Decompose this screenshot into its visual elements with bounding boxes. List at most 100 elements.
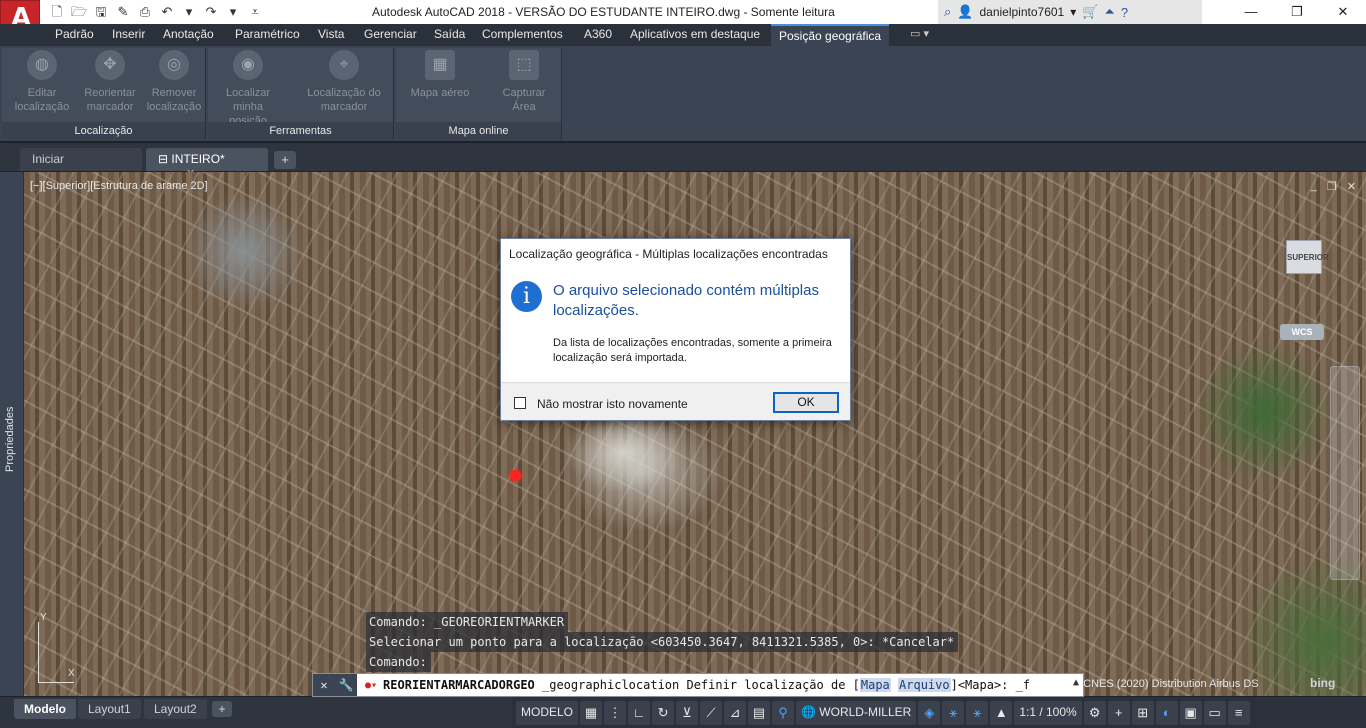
viewcube[interactable]: SUPERIOR	[1286, 240, 1329, 274]
user-name[interactable]: danielpinto7601	[979, 5, 1064, 19]
customization-icon[interactable]: ≡	[1227, 700, 1250, 725]
localizar-minha-posicao-button[interactable]: ◉ Localizar minha posição	[216, 50, 280, 128]
new-file-icon[interactable]: 🗋	[48, 3, 66, 21]
tab-padrao[interactable]: Padrão	[55, 27, 94, 41]
coordinate-system-button[interactable]: 🌐 WORLD-MILLER	[796, 700, 917, 725]
ucs-icon: Y X	[34, 612, 75, 688]
dont-show-again-checkbox[interactable]	[514, 397, 526, 409]
model-space-button[interactable]: MODELO	[516, 700, 579, 725]
option-arquivo[interactable]: Arquivo	[898, 678, 951, 692]
save-icon[interactable]: 🖫	[92, 3, 110, 21]
tab-iniciar-label: Iniciar	[32, 152, 65, 166]
wrench-icon[interactable]: 🔧	[335, 674, 357, 696]
wcs-menu[interactable]: WCS	[1280, 324, 1324, 340]
navigation-bar[interactable]	[1330, 366, 1360, 580]
user-area: ⌕ 👤 danielpinto7601 ▾ 🛒 ⏶ ?	[938, 0, 1202, 24]
user-menu-caret-icon[interactable]: ▾	[1070, 5, 1076, 19]
close-icon[interactable]: ✕	[1320, 0, 1366, 24]
panel-title-mapa-online[interactable]: Mapa online	[396, 122, 561, 140]
restore-icon[interactable]: ❐	[1274, 0, 1320, 24]
dont-show-again-label[interactable]: Não mostrar isto novamente	[537, 397, 688, 411]
transparency-icon[interactable]: ▤	[748, 700, 771, 725]
units-icon[interactable]: ⊞	[1131, 700, 1154, 725]
tab-inteiro[interactable]: ⊟ INTEIRO* ✕	[146, 148, 268, 180]
binoculars-icon[interactable]: ⌕	[944, 4, 951, 20]
save-as-icon[interactable]: ✎	[114, 3, 132, 21]
customize-toolbar-icon[interactable]: ⩡	[246, 3, 264, 21]
add-layout-button[interactable]: +	[212, 701, 232, 717]
clean-screen-icon[interactable]: ▭	[1203, 700, 1226, 725]
tab-gerenciar[interactable]: Gerenciar	[364, 27, 417, 41]
viewport-restore-icon[interactable]: ❐	[1327, 180, 1337, 193]
command-line[interactable]: ✕ 🔧 ●▾ REORIENTARMARCADORGEO _geographic…	[312, 673, 1084, 697]
capturar-area-button[interactable]: ⬚ Capturar Área	[492, 50, 556, 114]
cart-icon[interactable]: 🛒	[1082, 4, 1098, 20]
auto-scale-icon[interactable]: ⚹	[966, 700, 989, 725]
redo-dropdown-icon[interactable]: ▾	[224, 3, 242, 21]
tab-modelo[interactable]: Modelo	[14, 699, 76, 719]
tab-saida[interactable]: Saída	[434, 27, 465, 41]
undo-icon[interactable]: ↶	[158, 3, 176, 21]
tab-complementos[interactable]: Complementos	[482, 27, 563, 41]
viewport-close-icon[interactable]: ✕	[1347, 180, 1356, 193]
user-icon[interactable]: 👤	[957, 4, 973, 20]
tab-a360[interactable]: A360	[584, 27, 612, 41]
quick-access-toolbar: 🗋 🗁 🖫 ✎ ⎙ ↶ ▾ ↷ ▾ ⩡	[48, 3, 264, 21]
minimize-icon[interactable]: —	[1228, 0, 1274, 24]
option-mapa[interactable]: Mapa	[859, 678, 891, 692]
tab-aplicativos-em-destaque[interactable]: Aplicativos em destaque	[630, 27, 760, 41]
annotation-monitor-icon[interactable]: +	[1107, 700, 1130, 725]
remover-localizacao-label: Remover localização	[146, 87, 202, 113]
tab-iniciar[interactable]: Iniciar	[20, 148, 142, 171]
undo-dropdown-icon[interactable]: ▾	[180, 3, 198, 21]
print-icon[interactable]: ⎙	[136, 3, 154, 21]
a360-icon[interactable]: ⏶	[1104, 4, 1114, 20]
open-folder-icon[interactable]: 🗁	[70, 3, 88, 21]
snap-icon[interactable]: ⋮	[604, 700, 627, 725]
new-tab-button[interactable]: +	[274, 151, 296, 169]
help-icon[interactable]: ?	[1121, 5, 1128, 20]
viewport-controls-label[interactable]: [−][Superior][Estrutura de arame 2D]	[30, 180, 208, 192]
tab-anotacao[interactable]: Anotação	[163, 27, 214, 41]
remover-localizacao-button[interactable]: ◎ Remover localização	[142, 50, 206, 114]
command-history-up-icon[interactable]: ▲	[1073, 677, 1079, 688]
localizacao-do-marcador-button[interactable]: ⌖ Localização do marcador	[304, 50, 384, 114]
redo-icon[interactable]: ↷	[202, 3, 220, 21]
ok-button[interactable]: OK	[773, 392, 839, 413]
mapa-aereo-button[interactable]: ▦ Mapa aéreo	[408, 50, 472, 100]
object-snap-icon[interactable]: ⟋	[700, 700, 723, 725]
properties-palette-strip[interactable]: Propriedades	[0, 172, 24, 696]
properties-label: Propriedades	[4, 406, 16, 472]
polar-tracking-icon[interactable]: ↻	[652, 700, 675, 725]
annotation-scale-icon[interactable]: ▲	[990, 700, 1013, 725]
isolate-objects-icon[interactable]: ◈	[918, 700, 941, 725]
workspace-gear-icon[interactable]: ⚙	[1083, 700, 1106, 725]
panel-title-localizacao[interactable]: Localização	[2, 122, 205, 140]
editar-localizacao-button[interactable]: ◍ Editar localização	[10, 50, 74, 114]
ribbon-display-toggle-icon[interactable]: ▭ ▾	[910, 27, 929, 40]
viewport-minimize-icon[interactable]: _	[1311, 180, 1317, 193]
tab-layout1[interactable]: Layout1	[78, 699, 141, 719]
tab-vista[interactable]: Vista	[318, 27, 344, 41]
command-prompt[interactable]: REORIENTARMARCADORGEO _geographiclocatio…	[383, 678, 1030, 692]
tab-layout2[interactable]: Layout2	[144, 699, 207, 719]
tab-parametrico[interactable]: Paramétrico	[235, 27, 300, 41]
layout-tab-bar: Modelo Layout1 Layout2 +	[0, 697, 512, 728]
info-icon: i	[511, 281, 542, 312]
reorientar-marcador-button[interactable]: ✥ Reorientar marcador	[78, 50, 142, 114]
geolocation-pin-icon[interactable]: ⚲	[772, 700, 795, 725]
quick-properties-icon[interactable]: ◐	[1155, 700, 1178, 725]
graphics-performance-icon[interactable]: ▣	[1179, 700, 1202, 725]
lineweight-icon[interactable]: ⊿	[724, 700, 747, 725]
close-command-line-icon[interactable]: ✕	[313, 674, 335, 696]
mapa-aereo-label: Mapa aéreo	[410, 87, 470, 99]
panel-title-ferramentas[interactable]: Ferramentas	[208, 122, 393, 140]
command-prompt-suffix: ]<Mapa>: _f	[950, 678, 1031, 692]
annotation-visibility-icon[interactable]: ⚹	[942, 700, 965, 725]
tab-inserir[interactable]: Inserir	[112, 27, 145, 41]
ortho-icon[interactable]: ∟	[628, 700, 651, 725]
grid-icon[interactable]: ▦	[580, 700, 603, 725]
object-snap-tracking-icon[interactable]: ⊻	[676, 700, 699, 725]
tab-posicao-geografica[interactable]: Posição geográfica	[771, 24, 890, 46]
scale-button[interactable]: 1:1 / 100%	[1014, 700, 1082, 725]
